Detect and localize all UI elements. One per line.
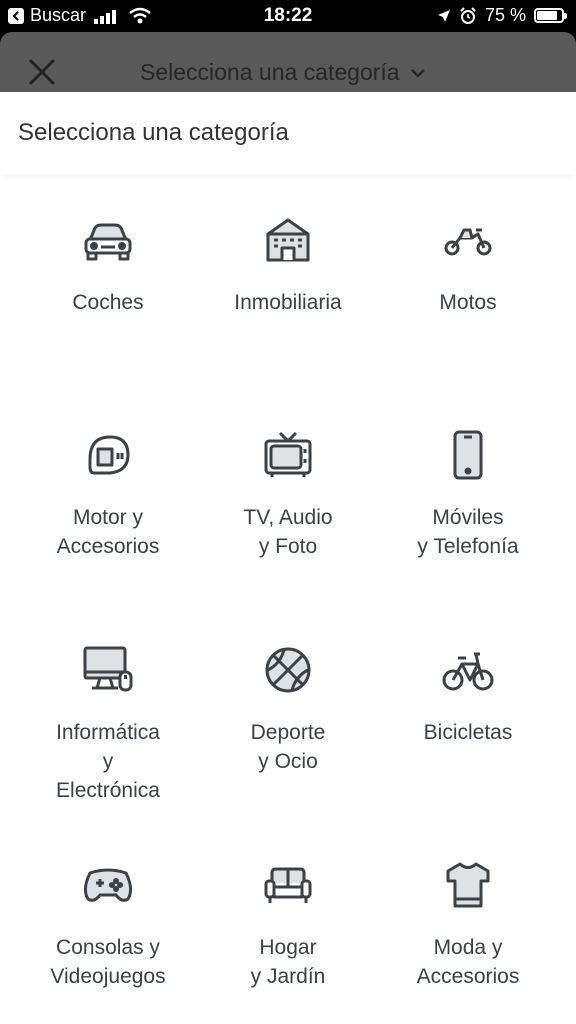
gamepad-icon bbox=[83, 868, 133, 902]
chevron-down-icon bbox=[410, 68, 425, 78]
category-label: Informática y Electrónica bbox=[56, 721, 160, 802]
category-label: TV, Audio y Foto bbox=[243, 506, 333, 558]
motorcycle-icon bbox=[444, 228, 492, 256]
bicycle-icon bbox=[442, 652, 494, 691]
status-bar: Buscar 18:22 75 % bbox=[0, 0, 576, 32]
dimmed-header: Selecciona una categoría bbox=[0, 32, 576, 94]
category-label: Inmobiliaria bbox=[234, 291, 342, 314]
house-icon bbox=[266, 218, 310, 262]
category-coches[interactable]: Coches bbox=[12, 214, 204, 317]
category-label: Móviles y Telefonía bbox=[417, 506, 519, 558]
phone-icon bbox=[453, 430, 483, 480]
category-label: Consolas y Videojuegos bbox=[50, 936, 166, 988]
tv-icon bbox=[264, 431, 312, 477]
sheet-title: Selecciona una categoría bbox=[0, 92, 576, 174]
alarm-icon bbox=[460, 6, 476, 24]
helmet-icon bbox=[88, 435, 130, 475]
category-motos[interactable]: Motos bbox=[372, 214, 564, 317]
category-label: Hogar y Jardín bbox=[250, 936, 326, 988]
category-informatica-electronica[interactable]: Informática y Electrónica bbox=[12, 644, 204, 805]
dropdown-label: Selecciona una categoría bbox=[140, 59, 400, 85]
category-consolas-videojuegos[interactable]: Consolas y Videojuegos bbox=[12, 859, 204, 991]
category-inmobiliaria[interactable]: Inmobiliaria bbox=[192, 214, 384, 317]
sofa-icon bbox=[264, 867, 312, 903]
category-hogar-jardin[interactable]: Hogar y Jardín bbox=[192, 859, 384, 991]
category-label: Motor y Accesorios bbox=[56, 506, 160, 558]
category-label: Bicicletas bbox=[423, 721, 513, 744]
category-label: Coches bbox=[72, 291, 144, 314]
close-icon bbox=[28, 58, 56, 86]
category-label: Deporte y Ocio bbox=[250, 721, 326, 773]
battery-icon bbox=[534, 8, 567, 23]
battery-percent: 75 % bbox=[484, 5, 526, 25]
category-moviles-telefonia[interactable]: Móviles y Telefonía bbox=[372, 429, 564, 561]
category-deporte-ocio[interactable]: Deporte y Ocio bbox=[192, 644, 384, 776]
category-moda-accesorios[interactable]: Moda y Accesorios bbox=[372, 859, 564, 991]
ball-icon bbox=[265, 647, 311, 693]
category-bicicletas[interactable]: Bicicletas bbox=[372, 644, 564, 747]
close-button[interactable] bbox=[26, 56, 58, 88]
category-label: Moda y Accesorios bbox=[416, 936, 520, 988]
location-icon bbox=[437, 9, 450, 22]
tshirt-icon bbox=[446, 862, 490, 908]
category-dropdown[interactable]: Selecciona una categoría bbox=[140, 59, 426, 86]
category-tv-audio-foto[interactable]: TV, Audio y Foto bbox=[192, 429, 384, 561]
car-icon bbox=[84, 223, 132, 261]
category-motor-accesorios[interactable]: Motor y Accesorios bbox=[12, 429, 204, 561]
computer-icon bbox=[83, 646, 133, 692]
category-sheet: Selecciona una categoría Coches Inmobili… bbox=[0, 92, 576, 1024]
category-label: Motos bbox=[439, 291, 497, 314]
